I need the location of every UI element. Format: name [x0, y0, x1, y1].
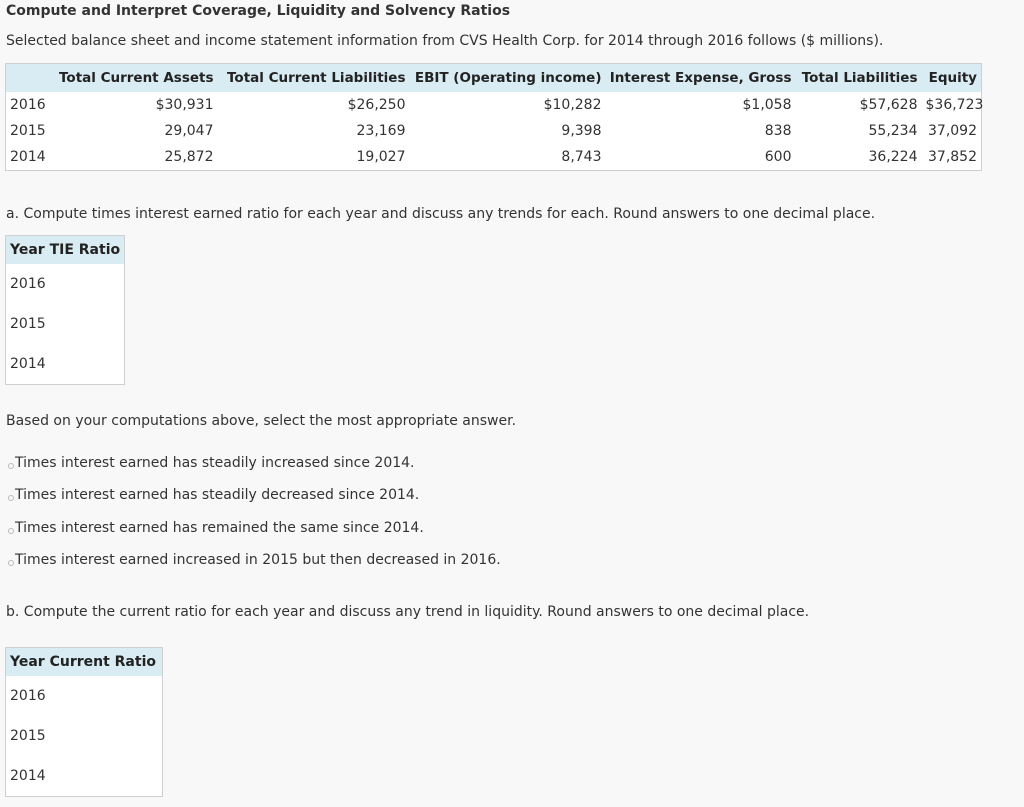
option-label: Times interest earned has steadily decre…	[15, 487, 420, 504]
table-cell: 37,092	[928, 123, 977, 139]
table-cell: $26,250	[347, 97, 406, 113]
table-cell: 838	[764, 123, 792, 139]
answer-options: Times interest earned has steadily incre…	[8, 447, 501, 576]
table-cell: $57,628	[859, 97, 918, 113]
table-cell: 2014	[10, 149, 46, 165]
question-a: a. Compute times interest earned ratio f…	[6, 206, 876, 222]
column-header: Year TIE Ratio	[5, 235, 125, 264]
radio-button[interactable]	[8, 463, 14, 470]
current-ratio-table: Year Current Ratio 2016 2015 2014	[5, 647, 163, 797]
table-row: 2014 25,872 19,027 8,743 600 36,224 37,8…	[6, 144, 982, 171]
option-label: Times interest earned increased in 2015 …	[15, 552, 501, 569]
year-cell: 2014	[10, 768, 46, 784]
column-header: Total Current Liabilities	[217, 63, 410, 92]
question-b: b. Compute the current ratio for each ye…	[6, 604, 810, 620]
table-row: 2016	[6, 264, 125, 304]
table-header-row: Year Current Ratio	[5, 647, 163, 676]
table-cell: $36,723	[925, 97, 984, 113]
year-cell: 2015	[10, 316, 46, 332]
balance-sheet-table: Total Current Assets Total Current Liabi…	[5, 63, 984, 171]
table-cell: 23,169	[356, 123, 406, 139]
table-cell: 19,027	[356, 149, 406, 165]
table-cell: 2016	[10, 97, 46, 113]
option-label: Times interest earned has steadily incre…	[15, 455, 415, 472]
select-answer-prompt: Based on your computations above, select…	[6, 413, 517, 429]
table-cell: 37,852	[928, 149, 977, 165]
table-cell: $1,058	[742, 97, 792, 113]
table-cell: 8,743	[561, 149, 602, 165]
column-header: Total Current Assets	[51, 63, 218, 92]
table-cell: $10,282	[543, 97, 602, 113]
page-subtitle: Selected balance sheet and income statem…	[6, 33, 884, 49]
year-cell: 2015	[10, 728, 46, 744]
table-row: 2016 $30,931 $26,250 $10,282 $1,058 $57,…	[6, 92, 984, 118]
radio-button[interactable]	[8, 527, 14, 534]
column-header: EBIT (Operating income)	[409, 63, 606, 92]
table-cell: 25,872	[164, 149, 214, 165]
year-header: Year	[10, 242, 45, 258]
table-row: 2015	[6, 304, 125, 344]
answer-option[interactable]: Times interest earned has steadily decre…	[8, 479, 501, 511]
table-cell: $30,931	[155, 97, 214, 113]
page: Compute and Interpret Coverage, Liquidit…	[0, 0, 1024, 807]
option-label: Times interest earned has remained the s…	[15, 519, 424, 536]
table-cell: 2015	[10, 123, 46, 139]
radio-button[interactable]	[8, 560, 14, 567]
table-header-row: Year TIE Ratio	[5, 235, 125, 264]
current-ratio-header: Current Ratio	[49, 654, 156, 670]
table-cell: 55,234	[868, 123, 918, 139]
table-cell: 600	[764, 149, 792, 165]
page-title: Compute and Interpret Coverage, Liquidit…	[6, 3, 511, 19]
year-cell: 2016	[10, 276, 46, 292]
table-header-row: Total Current Assets Total Current Liabi…	[5, 63, 982, 92]
table-row: 2015 29,047 23,169 9,398 838 55,234 37,0…	[6, 118, 982, 144]
year-cell: 2016	[10, 688, 46, 704]
year-cell: 2014	[10, 356, 46, 372]
answer-option[interactable]: Times interest earned has remained the s…	[8, 512, 501, 544]
table-row: 2014	[6, 756, 163, 797]
column-header: Equity	[921, 63, 982, 92]
year-header: Year	[10, 654, 45, 670]
table-row: 2015	[6, 716, 163, 756]
radio-button[interactable]	[8, 495, 14, 502]
table-row: 2014	[6, 344, 125, 385]
column-header: Year Current Ratio	[5, 647, 163, 676]
answer-option[interactable]: Times interest earned has steadily incre…	[8, 447, 501, 479]
table-cell: 29,047	[164, 123, 214, 139]
table-row: 2016	[6, 676, 163, 716]
column-header: Interest Expense, Gross	[605, 63, 796, 92]
tie-ratio-header: TIE Ratio	[49, 242, 121, 258]
table-cell: 36,224	[868, 149, 918, 165]
tie-ratio-table: Year TIE Ratio 2016 2015 2014	[5, 235, 126, 385]
column-header	[5, 63, 52, 92]
column-header: Total Liabilities	[795, 63, 922, 92]
table-cell: 9,398	[561, 123, 602, 139]
answer-option[interactable]: Times interest earned increased in 2015 …	[8, 544, 501, 576]
